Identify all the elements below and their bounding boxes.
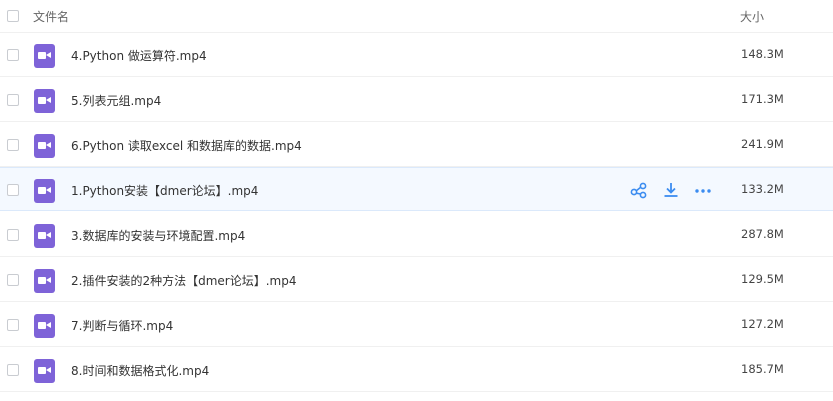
video-file-icon bbox=[34, 179, 55, 203]
file-name[interactable]: 8.时间和数据格式化.mp4 bbox=[71, 362, 209, 379]
row-checkbox[interactable] bbox=[7, 94, 19, 106]
column-header-size[interactable]: 大小 bbox=[740, 8, 764, 25]
file-size: 241.9M bbox=[741, 137, 784, 151]
column-header-name[interactable]: 文件名 bbox=[33, 8, 69, 25]
row-checkbox[interactable] bbox=[7, 319, 19, 331]
video-file-icon bbox=[34, 224, 55, 248]
file-size: 148.3M bbox=[741, 47, 784, 61]
file-size: 127.2M bbox=[741, 317, 784, 331]
row-checkbox[interactable] bbox=[7, 139, 19, 151]
file-row[interactable]: 5.列表元组.mp4 171.3M bbox=[0, 78, 833, 122]
file-row[interactable]: 8.时间和数据格式化.mp4 185.7M bbox=[0, 348, 833, 392]
row-checkbox[interactable] bbox=[7, 229, 19, 241]
video-file-icon bbox=[34, 269, 55, 293]
file-name[interactable]: 7.判断与循环.mp4 bbox=[71, 317, 173, 334]
file-list: 文件名 大小 4.Python 做运算符.mp4 148.3M 5.列表元组.m… bbox=[0, 0, 833, 401]
list-header: 文件名 大小 bbox=[0, 0, 833, 33]
row-checkbox[interactable] bbox=[7, 364, 19, 376]
file-size: 129.5M bbox=[741, 272, 784, 286]
more-icon[interactable] bbox=[694, 181, 712, 199]
select-all-checkbox[interactable] bbox=[7, 10, 19, 22]
file-size: 287.8M bbox=[741, 227, 784, 241]
video-file-icon bbox=[34, 359, 55, 383]
file-size: 133.2M bbox=[741, 182, 784, 196]
file-name[interactable]: 6.Python 读取excel 和数据库的数据.mp4 bbox=[71, 137, 302, 154]
file-name[interactable]: 1.Python安装【dmer论坛】.mp4 bbox=[71, 182, 258, 199]
file-row[interactable]: 1.Python安装【dmer论坛】.mp4 133.2M bbox=[0, 167, 833, 211]
row-checkbox[interactable] bbox=[7, 274, 19, 286]
file-row[interactable]: 6.Python 读取excel 和数据库的数据.mp4 241.9M bbox=[0, 123, 833, 167]
file-row[interactable]: 3.数据库的安装与环境配置.mp4 287.8M bbox=[0, 213, 833, 257]
file-name[interactable]: 5.列表元组.mp4 bbox=[71, 92, 161, 109]
video-file-icon bbox=[34, 44, 55, 68]
file-size: 185.7M bbox=[741, 362, 784, 376]
video-file-icon bbox=[34, 89, 55, 113]
file-size: 171.3M bbox=[741, 92, 784, 106]
file-name[interactable]: 3.数据库的安装与环境配置.mp4 bbox=[71, 227, 245, 244]
download-icon[interactable] bbox=[662, 181, 680, 199]
file-row[interactable]: 7.判断与循环.mp4 127.2M bbox=[0, 303, 833, 347]
video-file-icon bbox=[34, 134, 55, 158]
file-name[interactable]: 4.Python 做运算符.mp4 bbox=[71, 47, 207, 64]
row-checkbox[interactable] bbox=[7, 49, 19, 61]
share-icon[interactable] bbox=[630, 181, 648, 199]
file-row[interactable]: 4.Python 做运算符.mp4 148.3M bbox=[0, 33, 833, 77]
video-file-icon bbox=[34, 314, 55, 338]
row-checkbox[interactable] bbox=[7, 184, 19, 196]
file-name[interactable]: 2.插件安装的2种方法【dmer论坛】.mp4 bbox=[71, 272, 296, 289]
file-row[interactable]: 2.插件安装的2种方法【dmer论坛】.mp4 129.5M bbox=[0, 258, 833, 302]
